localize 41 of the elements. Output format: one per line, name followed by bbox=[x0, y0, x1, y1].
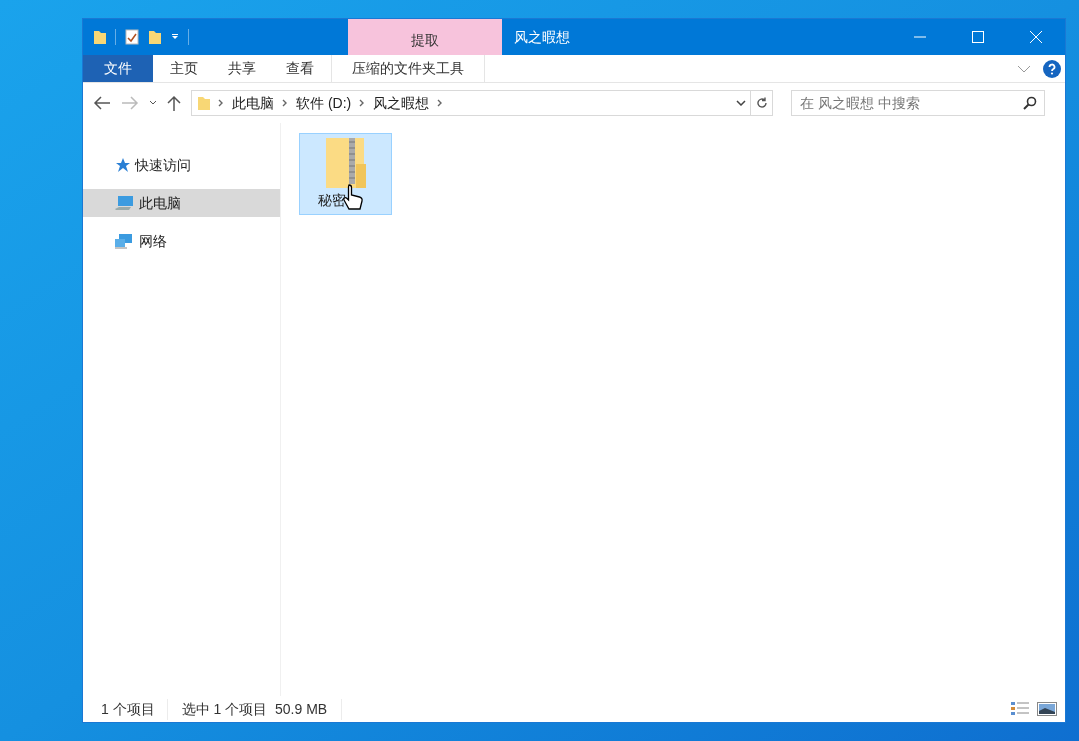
folder-icon[interactable] bbox=[93, 29, 107, 45]
address-bar[interactable]: 此电脑 软件 (D:) 风之暇想 bbox=[191, 90, 773, 116]
breadcrumb[interactable]: 风之暇想 bbox=[373, 92, 430, 114]
ribbon-tab[interactable]: 查看 bbox=[273, 55, 327, 82]
chevron-icon[interactable] bbox=[282, 99, 288, 107]
item-count: 1 个项目 bbox=[101, 698, 168, 720]
file-item[interactable]: 秘密 bbox=[299, 133, 392, 215]
breadcrumb[interactable]: 此电脑 bbox=[232, 92, 274, 114]
file-name: 秘密 bbox=[317, 191, 346, 210]
breadcrumb[interactable]: 软件 (D:) bbox=[296, 92, 352, 114]
sidebar-item[interactable]: 网络 bbox=[83, 227, 280, 255]
search-field[interactable]: 在 风之暇想 中搜索 bbox=[791, 90, 1045, 116]
chevron-icon[interactable] bbox=[437, 99, 444, 107]
recent-locations-icon[interactable] bbox=[149, 100, 157, 106]
folder-icon bbox=[198, 95, 210, 111]
sidebar-item[interactable]: 此电脑 bbox=[83, 189, 280, 217]
ribbon-tab[interactable]: 文件 bbox=[83, 55, 153, 82]
up-icon[interactable] bbox=[167, 95, 181, 111]
maximize-icon bbox=[972, 31, 984, 43]
large-icons-view-icon[interactable] bbox=[1037, 702, 1057, 716]
selection-info: 选中 1 个项目 50.9 MB bbox=[167, 698, 343, 720]
window-title: 风之暇想 bbox=[513, 27, 570, 47]
details-view-icon[interactable] bbox=[1011, 701, 1029, 717]
expand-ribbon-icon[interactable] bbox=[1017, 64, 1031, 73]
ribbon-tab[interactable]: 共享 bbox=[215, 55, 269, 82]
properties-icon[interactable] bbox=[124, 29, 140, 45]
zip-folder-icon bbox=[323, 138, 368, 188]
back-icon[interactable] bbox=[93, 96, 111, 110]
ribbon-tab[interactable]: 主页 bbox=[157, 55, 211, 82]
dropdown-icon[interactable] bbox=[170, 32, 180, 42]
sidebar-item[interactable]: 快速访问 bbox=[83, 151, 280, 179]
chevron-icon[interactable] bbox=[359, 99, 366, 107]
context-tab-group-label: 提取 bbox=[348, 19, 502, 55]
chevron-icon[interactable] bbox=[218, 99, 224, 107]
help-icon[interactable] bbox=[1043, 59, 1061, 78]
refresh-icon bbox=[755, 97, 768, 109]
search-icon[interactable] bbox=[1023, 96, 1037, 110]
history-dropdown-icon[interactable] bbox=[736, 100, 746, 106]
ribbon-tab[interactable]: 压缩的文件夹工具 bbox=[331, 55, 485, 82]
close-icon bbox=[1030, 31, 1042, 43]
new-folder-icon[interactable] bbox=[148, 29, 162, 45]
